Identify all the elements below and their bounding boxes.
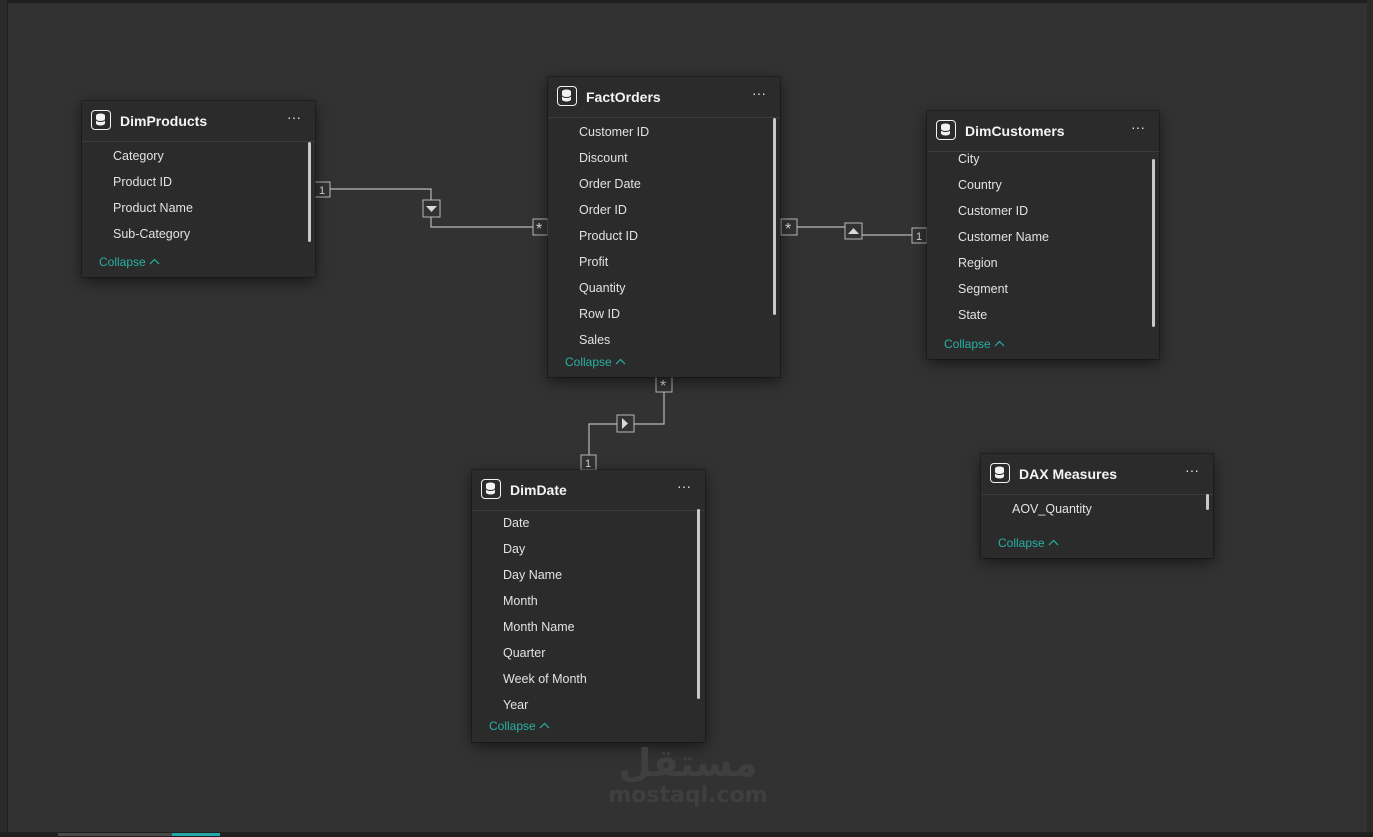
watermark-logo: مستقل mostaql.com	[603, 742, 773, 808]
table-card-header[interactable]: DimDate ···	[472, 470, 705, 511]
collapse-label: Collapse	[998, 536, 1045, 550]
filter-direction-icon-date[interactable]	[616, 414, 635, 433]
field-item[interactable]: Month	[503, 594, 538, 608]
more-options-icon[interactable]: ···	[748, 86, 770, 105]
collapse-button[interactable]: Collapse	[944, 337, 1005, 351]
field-item[interactable]: State	[958, 308, 987, 322]
field-item[interactable]: Product ID	[579, 229, 638, 243]
more-options-icon[interactable]: ···	[283, 110, 305, 129]
field-item[interactable]: Customer Name	[958, 230, 1049, 244]
collapse-label: Collapse	[99, 255, 146, 269]
field-item[interactable]: Date	[503, 516, 529, 530]
collapse-label: Collapse	[944, 337, 991, 351]
table-card-daxmeasures[interactable]: DAX Measures ··· AOV_Quantity Collapse	[981, 454, 1213, 558]
cardinality-many-orders-left: *	[532, 218, 549, 238]
table-card-header[interactable]: DimProducts ···	[82, 101, 315, 142]
chevron-up-icon	[149, 258, 160, 265]
cardinality-many-orders-right: *	[780, 218, 798, 238]
field-item[interactable]: Week of Month	[503, 672, 587, 686]
table-card-dimdate[interactable]: DimDate ··· Date Day Day Name Month Mont…	[472, 470, 705, 742]
cardinality-one-customers: 1	[911, 227, 928, 244]
collapse-button[interactable]: Collapse	[489, 719, 550, 733]
field-item[interactable]: Product Name	[113, 201, 193, 215]
scrollbar[interactable]	[697, 509, 700, 699]
field-item[interactable]: Month Name	[503, 620, 575, 634]
chevron-up-icon	[994, 340, 1005, 347]
field-item[interactable]: Row ID	[579, 307, 620, 321]
table-title: DimProducts	[120, 113, 208, 129]
field-item[interactable]: Order ID	[579, 203, 627, 217]
field-item[interactable]: City	[958, 152, 980, 166]
field-item[interactable]: Country	[958, 178, 1002, 192]
collapse-label: Collapse	[489, 719, 536, 733]
filter-direction-icon-products[interactable]	[422, 199, 441, 218]
table-card-header[interactable]: DimCustomers ···	[927, 111, 1159, 152]
collapse-button[interactable]: Collapse	[998, 536, 1059, 550]
database-icon	[936, 120, 956, 140]
watermark-latin: mostaql.com	[608, 783, 768, 808]
cardinality-one-date: 1	[580, 454, 597, 471]
table-card-header[interactable]: DAX Measures ···	[981, 454, 1213, 495]
field-item[interactable]: Sales	[579, 333, 610, 347]
database-icon	[481, 479, 501, 499]
database-icon	[990, 463, 1010, 483]
field-item[interactable]: Customer ID	[579, 125, 649, 139]
cardinality-many-orders-right-label: *	[785, 221, 791, 238]
table-title: FactOrders	[586, 89, 661, 105]
scrollbar[interactable]	[773, 118, 776, 315]
field-item[interactable]: Order Date	[579, 177, 641, 191]
table-card-dimcustomers[interactable]: DimCustomers ··· City Country Customer I…	[927, 111, 1159, 359]
chevron-up-icon	[1048, 539, 1059, 546]
measure-item[interactable]: AOV_Quantity	[1012, 502, 1092, 516]
database-icon	[557, 86, 577, 106]
more-options-icon[interactable]: ···	[673, 479, 695, 498]
field-item[interactable]: Quarter	[503, 646, 545, 660]
field-item[interactable]: Customer ID	[958, 204, 1028, 218]
cardinality-many-orders-left-label: *	[536, 221, 542, 238]
scrollbar[interactable]	[1206, 494, 1209, 510]
table-title: DimCustomers	[965, 123, 1065, 139]
database-icon	[91, 110, 111, 130]
field-item[interactable]: Product ID	[113, 175, 172, 189]
cardinality-one-date-label: 1	[585, 458, 591, 470]
table-card-header[interactable]: FactOrders ···	[548, 77, 780, 118]
collapse-button[interactable]: Collapse	[565, 355, 626, 369]
field-item[interactable]: Region	[958, 256, 998, 270]
chevron-up-icon	[615, 358, 626, 365]
cardinality-one-products: 1	[313, 181, 331, 198]
field-item[interactable]: Profit	[579, 255, 608, 269]
field-item[interactable]: Sub-Category	[113, 227, 190, 241]
more-options-icon[interactable]: ···	[1127, 120, 1149, 139]
table-title: DAX Measures	[1019, 466, 1118, 482]
field-item[interactable]: Discount	[579, 151, 628, 165]
cardinality-one-customers-label: 1	[916, 231, 922, 243]
scrollbar[interactable]	[1152, 159, 1155, 327]
watermark-arabic: مستقل	[618, 741, 758, 785]
chevron-up-icon	[539, 722, 550, 729]
more-options-icon[interactable]: ···	[1181, 463, 1203, 482]
table-title: DimDate	[510, 482, 567, 498]
collapse-button[interactable]: Collapse	[99, 255, 160, 269]
field-item[interactable]: Year	[503, 698, 528, 712]
field-item[interactable]: Segment	[958, 282, 1008, 296]
cardinality-many-orders-bottom-label: *	[660, 378, 666, 395]
field-item[interactable]: Day	[503, 542, 525, 556]
collapse-label: Collapse	[565, 355, 612, 369]
cardinality-one-products-label: 1	[319, 185, 325, 197]
table-card-factorders[interactable]: FactOrders ··· Customer ID Discount Orde…	[548, 77, 780, 377]
scrollbar[interactable]	[308, 142, 311, 242]
field-item[interactable]: Quantity	[579, 281, 626, 295]
cardinality-many-orders-bottom: *	[655, 375, 673, 395]
field-item[interactable]: Day Name	[503, 568, 562, 582]
filter-direction-icon-customers[interactable]	[844, 222, 863, 240]
field-item[interactable]: Category	[113, 149, 164, 163]
table-card-dimproducts[interactable]: DimProducts ··· Category Product ID Prod…	[82, 101, 315, 277]
